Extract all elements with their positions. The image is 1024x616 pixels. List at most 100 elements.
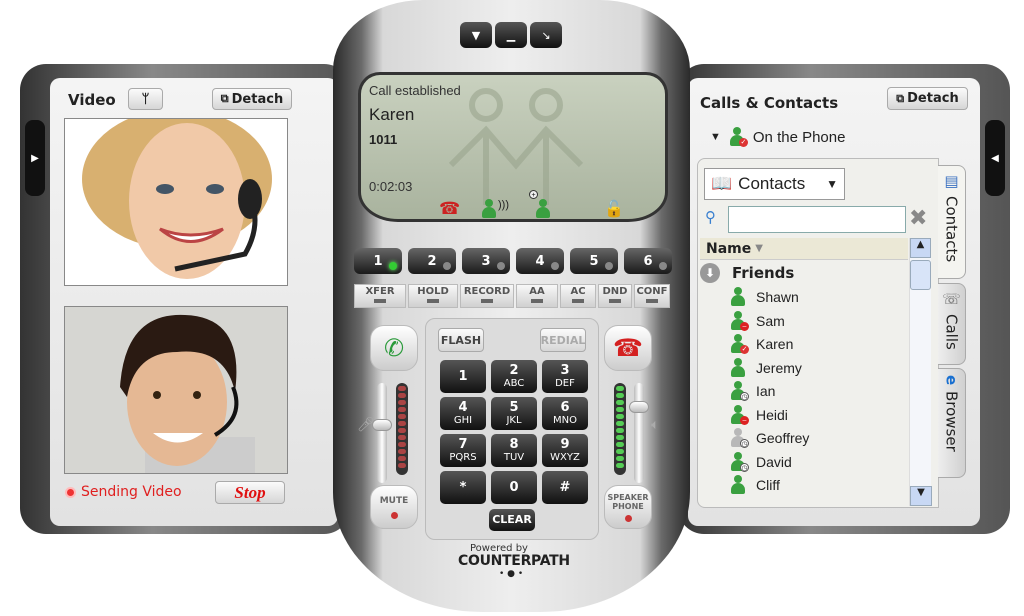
- line-button-3[interactable]: 3: [462, 248, 510, 274]
- dial-key-6[interactable]: 6 MNO: [542, 397, 588, 430]
- redial-button[interactable]: REDIAL: [540, 328, 586, 352]
- function-button-xfer[interactable]: XFER: [354, 284, 406, 308]
- level-segment: [616, 463, 624, 468]
- speaker-volume-slider[interactable]: [629, 383, 649, 483]
- minimize-button[interactable]: ▁: [495, 22, 527, 48]
- line-button-4[interactable]: 4: [516, 248, 564, 274]
- mic-volume-slider[interactable]: [372, 383, 392, 483]
- presence-away-icon: ◷: [730, 381, 749, 401]
- caller-number: 1011: [369, 132, 398, 147]
- mute-button[interactable]: MUTE: [370, 485, 418, 529]
- indicator-led-icon: [481, 299, 493, 303]
- level-segment: [398, 456, 406, 461]
- level-segment: [398, 442, 406, 447]
- detach-icon: ⧉: [896, 91, 905, 105]
- level-segment: [398, 449, 406, 454]
- dial-key-1[interactable]: 1: [440, 360, 486, 393]
- level-segment: [398, 435, 406, 440]
- contact-item[interactable]: Shawn: [730, 286, 799, 308]
- line-button-5[interactable]: 5: [570, 248, 618, 274]
- dial-key-5[interactable]: 5 JKL: [491, 397, 537, 430]
- contact-list-scrollbar[interactable]: ▲ ▼: [909, 238, 932, 506]
- dial-key-9[interactable]: 9 WXYZ: [542, 434, 588, 467]
- collapse-video-button[interactable]: ▶: [25, 120, 45, 196]
- scroll-up-button[interactable]: ▲: [910, 238, 931, 258]
- level-segment: [616, 407, 624, 412]
- function-button-record[interactable]: RECORD: [460, 284, 514, 308]
- presence-selector[interactable]: ▼ ✓ On the Phone: [710, 127, 845, 147]
- hangup-icon[interactable]: ☎: [439, 199, 460, 219]
- contact-source-dropdown[interactable]: 📖 Contacts ▼: [704, 168, 845, 200]
- contacts-detach-button[interactable]: ⧉ Detach: [887, 87, 968, 110]
- line-status-led-icon: [551, 262, 559, 270]
- group-friends[interactable]: ⬇ Friends: [700, 263, 794, 283]
- dial-key-7[interactable]: 7 PQRS: [440, 434, 486, 467]
- name-column-header[interactable]: Name ▼: [700, 238, 908, 260]
- indicator-led-icon: [609, 299, 621, 303]
- dial-key-star[interactable]: *: [440, 471, 486, 504]
- sort-arrow-icon: ▼: [755, 243, 763, 254]
- tab-contacts[interactable]: ▤ Contacts: [938, 165, 966, 279]
- browser-tab-icon: e: [942, 375, 961, 386]
- unlocked-padlock-icon[interactable]: 🔓: [604, 199, 624, 219]
- close-button[interactable]: ↘: [530, 22, 562, 48]
- level-segment: [398, 393, 406, 398]
- dropdown-arrow-icon: ▼: [826, 177, 838, 191]
- menu-button[interactable]: ▼: [460, 22, 492, 48]
- contact-item[interactable]: Cliff: [730, 474, 780, 496]
- function-button-dnd[interactable]: DND: [598, 284, 632, 308]
- function-button-aa[interactable]: AA: [516, 284, 558, 308]
- line-button-6[interactable]: 6: [624, 248, 672, 274]
- function-button-ac[interactable]: AC: [560, 284, 596, 308]
- speakerphone-button[interactable]: SPEAKER PHONE: [604, 485, 652, 529]
- caller-name: Karen: [369, 105, 415, 124]
- contact-item[interactable]: ◷ Ian: [730, 380, 775, 402]
- video-settings-button[interactable]: ᛘ: [128, 88, 163, 110]
- scroll-thumb[interactable]: [910, 260, 931, 290]
- level-segment: [616, 456, 624, 461]
- dial-key-2[interactable]: 2 ABC: [491, 360, 537, 393]
- dial-key-0[interactable]: 0: [491, 471, 537, 504]
- dial-key-pound[interactable]: #: [542, 471, 588, 504]
- hangup-button[interactable]: ☎: [604, 325, 652, 371]
- clear-search-icon[interactable]: ✖: [909, 206, 927, 231]
- level-segment: [616, 400, 624, 405]
- line-status-led-icon: [659, 262, 667, 270]
- dropdown-arrow-icon: ▼: [710, 131, 721, 143]
- line-button-2[interactable]: 2: [408, 248, 456, 274]
- lcd-display: Call established Karen 1011 0:02:03 ☎ ))…: [358, 72, 668, 222]
- collapse-contacts-button[interactable]: ◀: [985, 120, 1005, 196]
- line-button-1[interactable]: 1: [354, 248, 402, 274]
- contact-item[interactable]: – Sam: [730, 310, 785, 332]
- answer-button[interactable]: ✆: [370, 325, 418, 371]
- dial-key-3[interactable]: 3 DEF: [542, 360, 588, 393]
- presence-away-icon: ◷: [730, 451, 749, 472]
- dial-key-8[interactable]: 8 TUV: [491, 434, 537, 467]
- stop-video-button[interactable]: Stop: [215, 481, 285, 504]
- contacts-title: Calls & Contacts: [700, 94, 839, 112]
- clear-button[interactable]: CLEAR: [489, 509, 535, 531]
- tab-browser[interactable]: e Browser: [938, 368, 966, 478]
- contact-item[interactable]: ◷ David: [730, 451, 792, 473]
- contact-item[interactable]: Jeremy: [730, 357, 802, 379]
- function-button-conf[interactable]: CONF: [634, 284, 670, 308]
- contact-item[interactable]: – Heidi: [730, 404, 788, 426]
- dial-key-4[interactable]: 4 GHI: [440, 397, 486, 430]
- address-book-icon: 📖: [711, 174, 733, 193]
- contact-item[interactable]: ✓ Karen: [730, 333, 793, 355]
- function-button-hold[interactable]: HOLD: [408, 284, 458, 308]
- scroll-down-button[interactable]: ▼: [910, 486, 932, 506]
- minimize-icon: ▁: [506, 28, 516, 42]
- on-the-phone-icon: ✓: [729, 127, 748, 147]
- video-detach-button[interactable]: ⧉ Detach: [212, 88, 292, 110]
- contact-item[interactable]: ◷ Geoffrey: [730, 427, 809, 449]
- level-segment: [398, 463, 406, 468]
- tab-calls[interactable]: ☏ Calls: [938, 283, 966, 365]
- level-segment: [616, 428, 624, 433]
- window-controls: ▼ ▁ ↘: [460, 22, 562, 48]
- flash-button[interactable]: FLASH: [438, 328, 484, 352]
- indicator-led-icon: [572, 299, 584, 303]
- contact-search-input[interactable]: [728, 206, 906, 233]
- hangup-phone-icon: ☎: [613, 334, 643, 362]
- mic-level-meter: [396, 383, 408, 475]
